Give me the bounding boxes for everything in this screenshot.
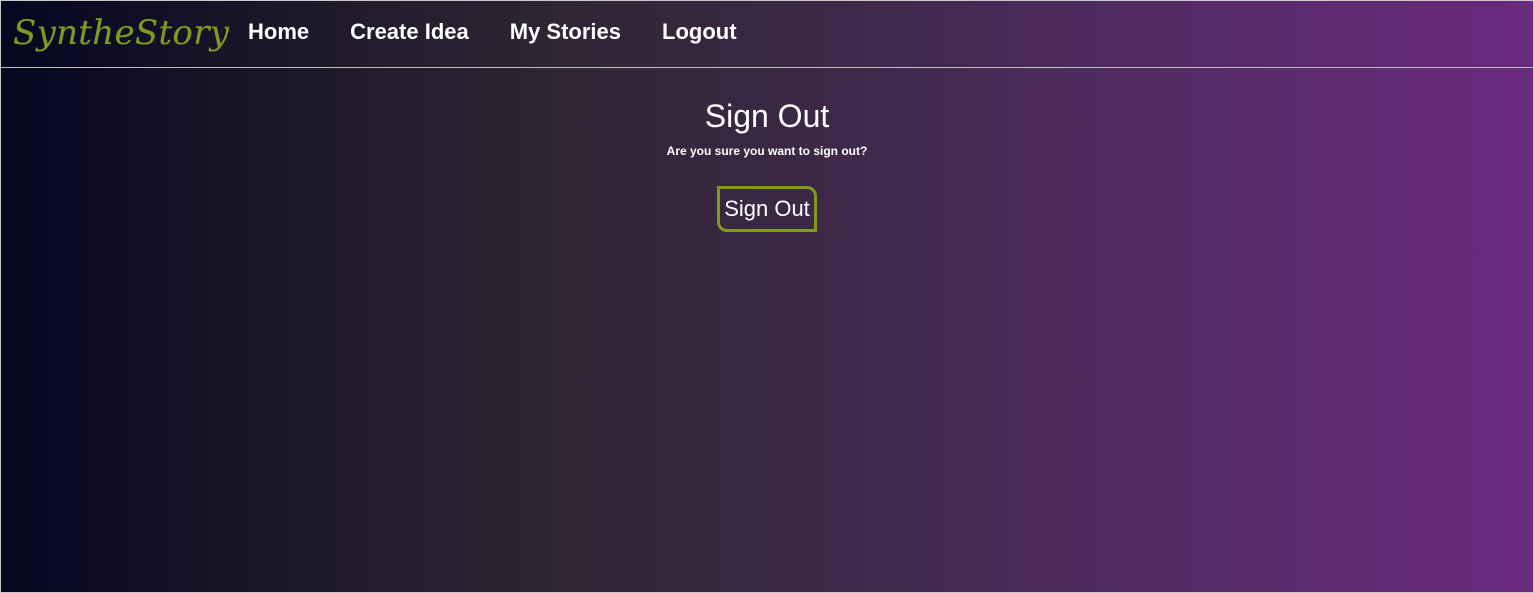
confirmation-text: Are you sure you want to sign out? — [666, 144, 868, 158]
page: SyntheStory Home Create Idea My Stories … — [0, 0, 1534, 593]
main-content: Sign Out Are you sure you want to sign o… — [1, 68, 1533, 593]
nav-link-my-stories[interactable]: My Stories — [510, 19, 621, 45]
nav-link-home[interactable]: Home — [248, 19, 309, 45]
nav-link-logout[interactable]: Logout — [662, 19, 737, 45]
brand-logo[interactable]: SyntheStory — [13, 9, 229, 57]
nav-links: Home Create Idea My Stories Logout — [248, 1, 778, 63]
sign-out-button[interactable]: Sign Out — [717, 186, 817, 232]
page-title: Sign Out — [704, 98, 830, 134]
nav-link-create-idea[interactable]: Create Idea — [350, 19, 469, 45]
navbar: SyntheStory Home Create Idea My Stories … — [1, 1, 1533, 68]
